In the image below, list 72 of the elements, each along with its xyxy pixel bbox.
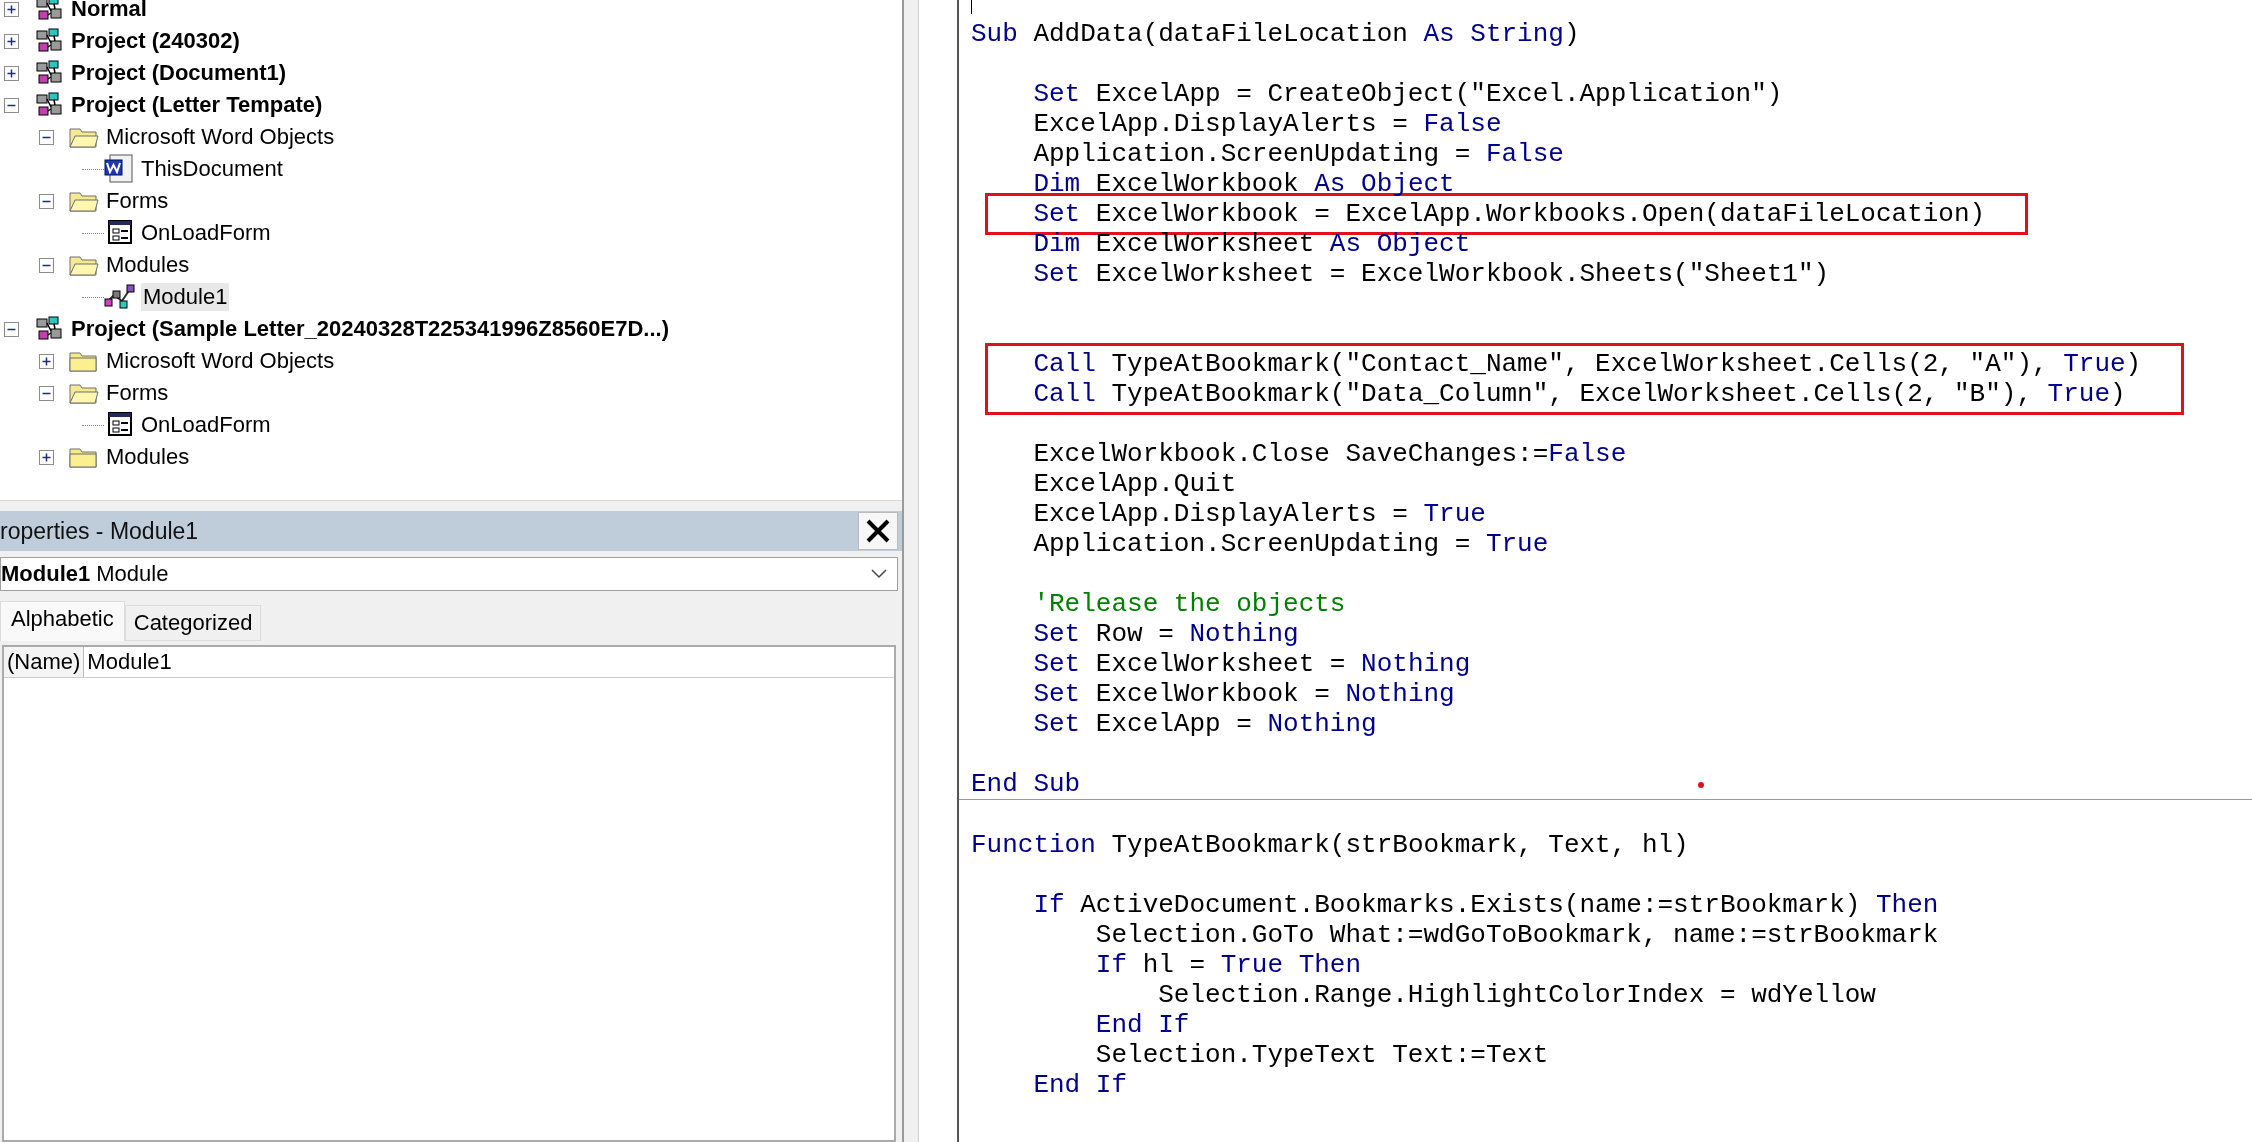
code-line: If ActiveDocument.Bookmarks.Exists(name:=strBookmark) Then [1032,890,1939,920]
code-line: Application.ScreenUpdating = False [1032,139,1564,169]
code-line: Set ExcelWorkbook = ExcelApp.Workbooks.Open(dataFileLocation) [1032,199,1986,229]
property-name: (Name) [4,647,85,677]
tab[interactable]: Categorized [124,605,262,641]
expand-toggle[interactable] [39,129,54,145]
tree-item[interactable]: Module1 [141,283,230,311]
document-icon [104,154,134,184]
expand-toggle[interactable] [4,33,19,49]
code-line: ExcelApp.DisplayAlerts = False [1032,109,1502,139]
expand-toggle[interactable] [4,1,19,17]
expand-toggle[interactable] [4,321,19,337]
tree-item[interactable]: Project (Letter Tempate) [69,91,325,119]
code-line: Set ExcelWorkbook = Nothing [1032,679,1455,709]
code-line: Selection.GoTo What:=wdGoToBookmark, name:=strBookmark [1094,920,1939,950]
expand-toggle[interactable] [39,449,54,465]
tree-item[interactable]: Forms [104,187,171,215]
project-icon [34,315,64,343]
expand-toggle[interactable] [39,353,54,369]
code-line: If hl = True Then [1094,950,1362,980]
tree-item[interactable]: Project (Document1) [69,59,289,87]
project-icon [34,0,64,23]
tree-item[interactable]: Forms [104,379,171,407]
expand-toggle[interactable] [4,65,19,81]
tree-item[interactable]: Project (Sample Letter_20240328T225341996Z8560E7D...) [69,315,672,343]
code-line: Set Row = Nothing [1032,619,1299,649]
property-value[interactable]: Module1 [84,649,172,675]
project-icon [34,91,64,119]
code-line: Set ExcelApp = Nothing [1032,709,1377,739]
code-line: ExcelApp.Quit [1032,469,1237,499]
expand-toggle[interactable] [39,385,54,401]
expand-toggle[interactable] [4,97,19,113]
code-line: Call TypeAtBookmark("Contact_Name", ExcelWorksheet.Cells(2, "A"), True) [1032,349,2142,379]
code-line: Set ExcelWorksheet = Nothing [1032,649,1471,679]
code-line: Sub AddData(dataFileLocation As String) [970,19,1580,49]
code-line: Dim ExcelWorksheet As Object [1032,229,1471,259]
tree-item[interactable]: Modules [104,443,192,471]
module-icon [104,283,136,311]
code-line: Selection.Range.HighlightColorIndex = wdYellow [1157,980,1876,1010]
tab[interactable]: Alphabetic [0,601,125,641]
tree-item[interactable]: OnLoadForm [139,219,273,247]
dot-mark [1698,782,1704,788]
panel-title: roperties - Module1 [0,517,199,545]
code-line: Application.ScreenUpdating = True [1032,529,1549,559]
project-icon [34,27,64,55]
object-dropdown[interactable]: Module1 Module [0,557,898,591]
close-icon [865,518,891,544]
tree-item[interactable]: Microsoft Word Objects [104,123,337,151]
code-line: Selection.TypeText Text:=Text [1094,1040,1549,1070]
expand-toggle[interactable] [39,193,54,209]
project-icon [34,59,64,87]
chevron-down-icon [871,569,887,579]
code-line: Set ExcelWorksheet = ExcelWorkbook.Sheets("Sheet1") [1032,259,1830,289]
tree-item[interactable]: ThisDocument [139,155,285,183]
code-line: ExcelApp.DisplayAlerts = True [1032,499,1486,529]
tree-item[interactable]: OnLoadForm [139,411,273,439]
code-line: 'Release the objects [1032,589,1346,619]
tree-item[interactable]: Project (240302) [69,27,242,55]
text-cursor [971,0,972,14]
tree-item[interactable]: Modules [104,251,192,279]
code-line: End Sub [970,769,1081,799]
code-line: ExcelWorkbook.Close SaveChanges:=False [1032,439,1627,469]
code-line: Function TypeAtBookmark(strBookmark, Text, hl) [970,830,1689,860]
code-line: Set ExcelApp = CreateObject("Excel.Application") [1032,79,1783,109]
code-line: End If [1032,1070,1128,1100]
close-button[interactable] [858,512,898,550]
code-line: Call TypeAtBookmark("Data_Column", ExcelWorksheet.Cells(2, "B"), True) [1032,379,2126,409]
tree-item[interactable]: Microsoft Word Objects [104,347,337,375]
tree-item[interactable]: Normal [69,0,149,23]
code-line: Dim ExcelWorkbook As Object [1032,169,1455,199]
expand-toggle[interactable] [39,257,54,273]
code-line: End If [1094,1010,1190,1040]
